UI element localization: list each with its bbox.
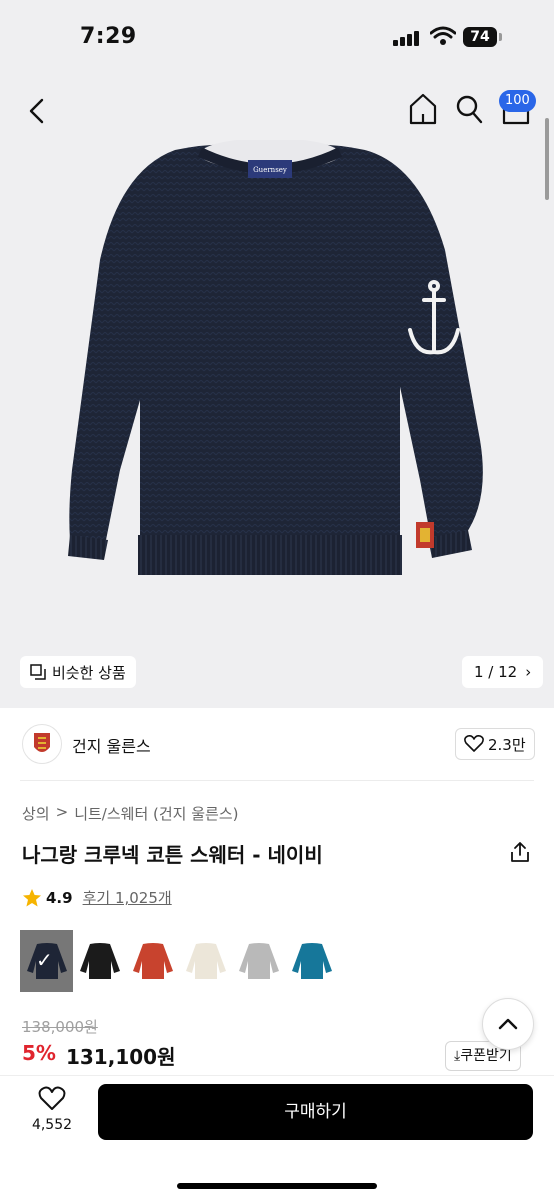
divider <box>20 780 534 781</box>
rating-score: 4.9 <box>46 888 73 907</box>
check-icon: ✓ <box>36 948 53 972</box>
scroll-top-button[interactable] <box>482 998 534 1050</box>
wishlist-button[interactable]: 4,552 <box>22 1086 82 1136</box>
discount-rate: 5% <box>22 1041 56 1065</box>
color-swatch[interactable]: ✓ <box>20 930 73 992</box>
original-price: 138,000원 <box>22 1018 98 1036</box>
breadcrumb: 상의 > 니트/스웨터 (건지 울른스) <box>22 803 238 824</box>
product-image-sweater: Guernsey <box>68 140 483 575</box>
color-swatches: ✓ <box>20 930 338 992</box>
bottom-bar-divider <box>0 1075 554 1076</box>
swatch-sweater-thumbnail <box>132 943 173 979</box>
status-time: 7:29 <box>80 24 137 49</box>
color-swatch[interactable] <box>285 930 338 992</box>
buy-button[interactable]: 구매하기 <box>98 1084 533 1140</box>
breadcrumb-subcategory[interactable]: 니트/스웨터 (건지 울른스) <box>74 803 238 824</box>
rating-row: 4.9 후기 1,025개 <box>22 887 172 908</box>
star-icon <box>23 888 41 906</box>
color-swatch[interactable] <box>126 930 179 992</box>
swatch-sweater-thumbnail <box>185 943 226 979</box>
price-row: 5% 131,100원 <box>22 1041 175 1070</box>
wishlist-count: 4,552 <box>31 1117 73 1133</box>
swatch-sweater-thumbnail <box>238 943 279 979</box>
breadcrumb-separator: > <box>55 803 69 821</box>
copy-icon <box>30 664 46 680</box>
similar-products-button[interactable]: 비슷한 상품 <box>20 656 136 688</box>
color-swatch[interactable] <box>232 930 285 992</box>
home-icon[interactable] <box>408 92 438 126</box>
coupon-label: 쿠폰받기 <box>460 1048 512 1064</box>
review-count-link[interactable]: 후기 1,025개 <box>83 887 172 908</box>
heart-icon <box>38 1086 66 1110</box>
swatch-sweater-thumbnail <box>79 943 120 979</box>
signal-icon <box>393 30 421 46</box>
scrollbar[interactable] <box>545 118 549 200</box>
battery-icon: 74 <box>463 27 497 47</box>
share-icon[interactable] <box>508 840 532 864</box>
heart-icon <box>464 735 484 752</box>
breadcrumb-category[interactable]: 상의 <box>22 803 50 824</box>
wifi-icon <box>430 26 456 45</box>
chevron-right-icon: › <box>525 663 532 681</box>
brand-crest-icon <box>34 733 50 752</box>
home-indicator <box>177 1183 377 1189</box>
similar-products-label: 비슷한 상품 <box>52 663 126 682</box>
chevron-up-icon <box>498 1018 518 1030</box>
brand-like-count: 2.3만 <box>488 735 526 754</box>
product-title: 나그랑 크루넥 코튼 스웨터 - 네이비 <box>22 843 323 867</box>
image-counter-text: 1 / 12 <box>474 663 518 681</box>
brand-name[interactable]: 건지 울른스 <box>72 733 151 757</box>
image-counter[interactable]: 1 / 12 › <box>462 656 544 688</box>
battery-cap <box>499 33 502 41</box>
brand-like-button[interactable]: 2.3만 <box>455 728 535 760</box>
sale-price: 131,100원 <box>65 1045 176 1069</box>
cart-count-badge: 100 <box>499 90 536 112</box>
search-icon[interactable] <box>454 93 484 125</box>
brand-logo[interactable] <box>22 724 62 764</box>
color-swatch[interactable] <box>73 930 126 992</box>
back-arrow-icon[interactable] <box>24 96 50 126</box>
color-swatch[interactable] <box>179 930 232 992</box>
swatch-sweater-thumbnail <box>291 943 332 979</box>
svg-text:Guernsey: Guernsey <box>253 166 287 174</box>
